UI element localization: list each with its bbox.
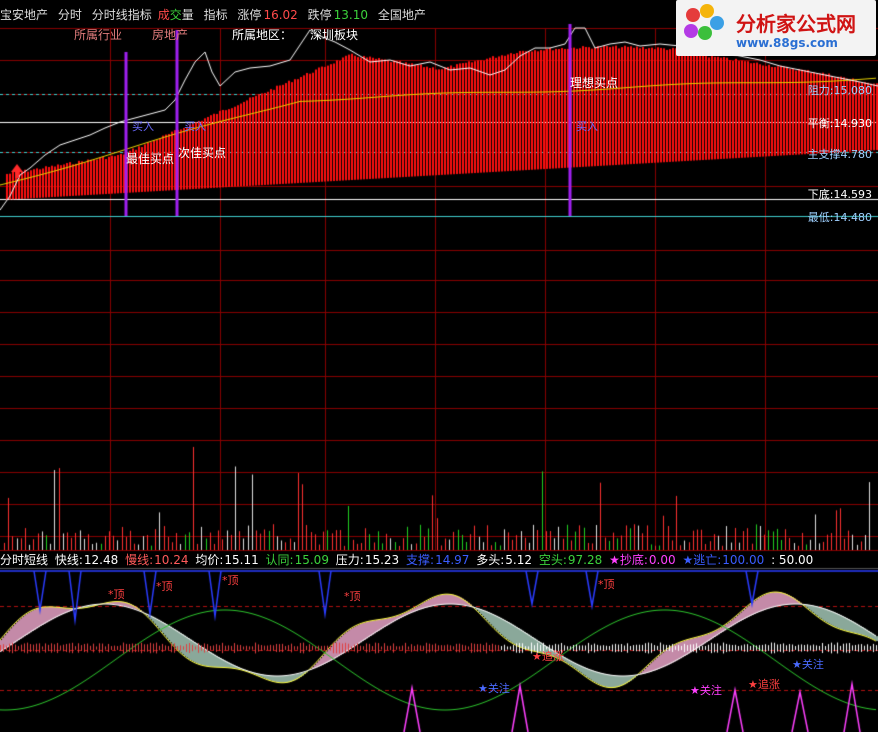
industry-value: 房地产 [152,28,189,42]
logo-title: 分析家公式网 [736,12,856,36]
level-balance: 平衡:14.930 [808,115,872,131]
escape-label: ★逃亡: [682,553,722,567]
indicator-bar: 分时短线 快线:12.48 慢线:10.24 均价:15.11 认同:15.09… [0,552,878,568]
level-balance-value: 14.930 [833,117,873,130]
chart-canvas [0,0,878,732]
level-support-value: 4.780 [840,148,873,161]
fast-value: 12.48 [83,553,119,567]
up-limit-value: 16.02 [263,8,298,22]
attention-annotation-1: ★关注 [478,682,510,695]
tab-indicator[interactable]: 分时线指标 [92,8,152,22]
industry-label: 所属行业 [74,28,123,42]
logo-petal-icon [684,24,698,38]
level-bottom-label: 下底: [807,188,834,201]
bottom-value: 0.00 [648,553,676,567]
region-value: 深圳板块 [310,28,359,42]
avg-label: 均价: [195,553,224,567]
slow-label: 慢线: [125,553,154,567]
level-support-label: 主支撑 [807,148,841,161]
bear-value: 97.28 [567,553,603,567]
market-name: 全国地产 [377,8,426,22]
level-bottom: 下底:14.593 [808,186,872,202]
level-lowest-label: 最低: [807,211,834,224]
chase-annotation-1: ★追涨 [532,650,564,663]
level-support: 主支撑4.780 [808,146,873,162]
tab-minute[interactable]: 分时 [58,8,82,22]
header-bar: 宝安地产 分时 分时线指标 成交量 指标 涨停 16.02 跌停 13.10 全国地产 [0,7,690,23]
top-annotation-5: *顶 [598,578,615,591]
logo-petal-icon [710,16,724,30]
level-lowest-value: 14.480 [833,211,873,224]
site-logo[interactable]: 分析家公式网 www.88gs.com [676,0,876,56]
attention-annotation-3: ★关注 [792,658,824,671]
jiao-label: 交 [169,8,182,22]
mid-value: : 50.00 [771,553,814,567]
up-limit-label: 涨停 [237,8,262,22]
logo-flower-icon [686,8,700,22]
logo-petal-icon [700,4,714,18]
bear-label: 空头: [538,553,567,567]
fast-label: 快线: [54,553,83,567]
cheng-label: 成 [157,8,170,22]
bull-label: 多头: [476,553,505,567]
avg-value: 15.11 [224,553,259,567]
buy-marker-b: 买入 [184,120,206,133]
bottom-label: ★抄底: [609,553,648,567]
ideal-buy-label: 理想买点 [570,76,619,90]
attention-annotation-2: ★关注 [690,684,722,697]
logo-petal-icon [698,26,712,40]
buy-marker-a: 买入 [132,120,154,133]
down-limit-label: 跌停 [307,8,332,22]
agree-value: 15.09 [294,553,329,567]
level-bottom-value: 14.593 [833,188,873,201]
level-balance-label: 平衡: [807,117,834,130]
level-lowest: 最低:14.480 [808,209,872,225]
liang-label: 量 [181,8,194,22]
region-label: 所属地区： [232,28,293,42]
pressure-label: 压力: [335,553,364,567]
logo-url: www.88gs.com [736,36,838,50]
top-annotation-1: *顶 [108,588,125,601]
best-buy-label: 最佳买点 [126,152,175,166]
second-buy-label: 次佳买点 [178,146,227,160]
zhibiao-label[interactable]: 指标 [204,8,228,22]
top-annotation-2: *顶 [156,580,173,593]
escape-value: 100.00 [722,553,765,567]
bull-value: 5.12 [505,553,533,567]
top-annotation-3: *顶 [222,574,239,587]
down-limit-value: 13.10 [333,8,368,22]
top-annotation-4: *顶 [344,590,361,603]
support-label: 支撑: [406,553,435,567]
pressure-value: 15.23 [364,553,400,567]
slow-value: 10.24 [154,553,189,567]
level-resistance-label: 阻力: [807,84,834,97]
chase-annotation-2: ★追涨 [748,678,780,691]
agree-label: 认同: [265,553,294,567]
buy-marker-c: 买入 [576,120,598,133]
indicator-name[interactable]: 分时短线 [0,553,48,567]
support-value: 14.97 [435,553,470,567]
stock-name[interactable]: 宝安地产 [0,8,48,22]
level-resistance: 阻力:15.080 [808,82,872,98]
level-resistance-value: 15.080 [833,84,873,97]
